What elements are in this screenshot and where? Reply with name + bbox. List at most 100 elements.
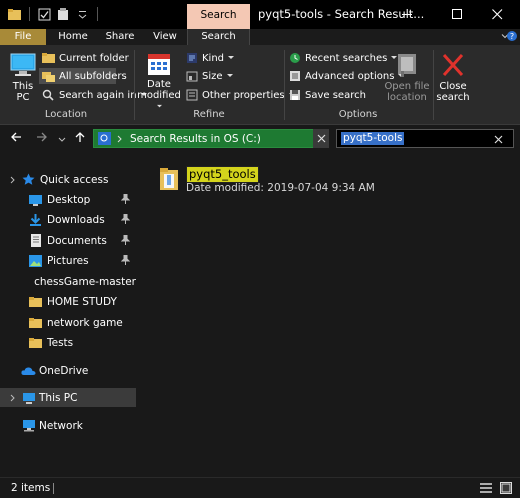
ribbon-search-panel: This PC Current folder All subfolders Se…	[0, 45, 520, 125]
breadcrumb-chevron-icon	[117, 135, 122, 142]
search-tools-context-tab: Search Tools	[187, 4, 250, 43]
customize-toolbar-chevron-icon[interactable]	[76, 8, 89, 21]
nav-this-pc[interactable]: This PC	[0, 388, 136, 407]
up-arrow-icon	[75, 132, 85, 142]
forward-button[interactable]	[36, 131, 48, 147]
kind-button[interactable]: Kind	[186, 52, 239, 64]
search-results-icon	[98, 132, 111, 145]
quick-access-toolbar	[8, 7, 100, 21]
open-file-location-button[interactable]: Open file location	[384, 51, 430, 103]
minimize-button[interactable]	[385, 0, 430, 29]
other-properties-button[interactable]: Other properties	[186, 89, 300, 101]
kind-label: Kind	[202, 52, 225, 64]
pin-icon	[121, 255, 130, 265]
computer-icon	[10, 53, 36, 76]
nav-documents[interactable]: Documents	[0, 231, 136, 250]
folder-icon	[29, 317, 42, 328]
download-arrow-icon	[30, 213, 41, 226]
recent-searches-icon	[290, 53, 300, 63]
onedrive-cloud-icon	[21, 366, 36, 375]
folder-app-icon[interactable]	[8, 8, 21, 21]
recent-searches-label: Recent searches	[305, 52, 388, 64]
all-subfolders-button[interactable]: All subfolders	[42, 70, 127, 82]
nav-network-game[interactable]: network game	[0, 313, 136, 332]
open-file-location-label-line2: location	[387, 92, 427, 103]
address-bar[interactable]: Search Results in OS (C:)	[93, 129, 329, 148]
calendar-icon	[148, 54, 170, 75]
search-input[interactable]: pyqt5-tools	[336, 129, 514, 148]
search-icon	[42, 89, 54, 101]
date-modified-label-line2: modified	[137, 90, 181, 101]
nav-desktop-label: Desktop	[47, 193, 91, 206]
maximize-icon	[452, 9, 462, 19]
this-pc-button[interactable]: This PC	[6, 51, 40, 103]
dropdown-arrow-icon	[226, 74, 233, 77]
expand-chevron-icon	[10, 394, 15, 401]
chevron-down-icon	[58, 137, 66, 142]
this-pc-label-line1: This	[12, 81, 34, 92]
result-date-modified: Date modified: 2019-07-04 9:34 AM	[186, 182, 375, 194]
subfolders-icon	[42, 72, 55, 82]
properties-icon	[186, 89, 198, 101]
save-icon	[290, 90, 300, 100]
nav-tests[interactable]: Tests	[0, 333, 136, 352]
ribbon-divider	[134, 50, 135, 120]
maximize-button[interactable]	[435, 0, 480, 29]
forward-arrow-icon	[37, 132, 47, 142]
tab-search[interactable]: Search	[187, 29, 250, 45]
large-icons-view-button[interactable]	[500, 482, 512, 497]
expand-chevron-icon	[10, 176, 15, 183]
refine-group-label: Refine	[193, 109, 225, 120]
search-value: pyqt5-tools	[341, 132, 405, 145]
nav-pictures[interactable]: Pictures	[0, 251, 136, 270]
date-modified-button[interactable]: Date modified	[136, 51, 182, 112]
close-icon	[494, 135, 503, 144]
svg-text:?: ?	[510, 32, 514, 41]
nav-network[interactable]: Network	[0, 416, 136, 435]
open-file-location-label-line1: Open file	[384, 81, 430, 92]
nav-quick-access[interactable]: Quick access	[0, 170, 136, 189]
help-icon[interactable]: ?	[506, 30, 518, 45]
toolbar-divider	[29, 7, 30, 21]
pin-icon	[121, 194, 130, 204]
back-button[interactable]	[10, 131, 22, 147]
nav-network-label: Network	[39, 419, 83, 432]
tab-home[interactable]: Home	[52, 29, 94, 45]
size-button[interactable]: Size	[186, 70, 238, 82]
pin-icon	[121, 214, 130, 224]
details-view-button[interactable]	[480, 482, 492, 497]
save-search-label: Save search	[305, 89, 366, 101]
advanced-options-icon	[290, 71, 300, 81]
folder-icon	[29, 337, 42, 348]
nav-chessgame-master[interactable]: chessGame-master	[0, 272, 136, 291]
nav-onedrive[interactable]: OneDrive	[0, 361, 136, 380]
close-icon	[492, 9, 503, 20]
tab-view[interactable]: View	[145, 29, 185, 45]
size-icon	[186, 71, 198, 82]
clear-address-button[interactable]	[313, 129, 329, 148]
current-folder-button[interactable]: Current folder	[42, 52, 129, 64]
properties-check-icon[interactable]	[38, 8, 51, 21]
large-icons-view-icon	[500, 482, 512, 494]
kind-icon	[187, 53, 197, 63]
nav-downloads[interactable]: Downloads	[0, 210, 136, 229]
save-search-button[interactable]: Save search	[289, 89, 366, 101]
nav-documents-label: Documents	[47, 234, 107, 247]
nav-home-study[interactable]: HOME STUDY	[0, 292, 136, 311]
open-file-location-icon	[398, 54, 416, 77]
close-search-button[interactable]: Close search	[435, 51, 471, 103]
close-window-button[interactable]	[475, 0, 520, 29]
tab-share[interactable]: Share	[98, 29, 142, 45]
nav-onedrive-label: OneDrive	[39, 364, 89, 377]
up-button[interactable]	[74, 131, 86, 147]
recent-locations-button[interactable]	[58, 133, 66, 148]
ribbon-divider	[284, 50, 285, 120]
desktop-icon	[29, 194, 42, 206]
dropdown-arrow-icon	[228, 56, 235, 59]
computer-icon	[23, 392, 35, 404]
nav-desktop[interactable]: Desktop	[0, 190, 136, 209]
tab-file[interactable]: File	[0, 29, 46, 45]
clear-search-button[interactable]	[494, 131, 503, 147]
new-folder-icon[interactable]	[57, 7, 70, 21]
navigation-pane: Quick access Desktop Downloads Documents…	[0, 152, 136, 477]
